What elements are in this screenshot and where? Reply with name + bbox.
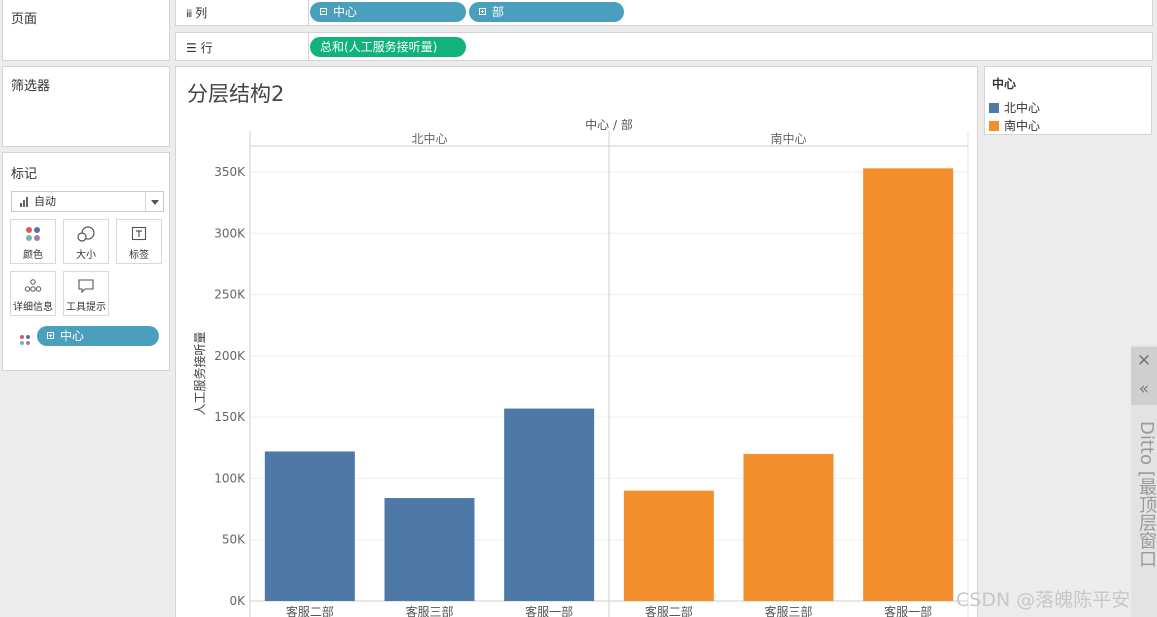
legend-title: 中心 — [992, 77, 1017, 91]
x-tick-label: 客服一部 — [525, 604, 573, 617]
y-tick-label: 300K — [214, 226, 246, 240]
y-tick-label: 200K — [214, 349, 246, 363]
pages-panel-title: 页面 — [11, 12, 38, 27]
y-tick-label: 150K — [214, 410, 246, 424]
columns-icon: iii — [186, 9, 192, 20]
columns-pill-center[interactable]: 中心 — [310, 2, 466, 22]
color-field-pill-label: 中心 — [60, 329, 85, 343]
legend-item-south[interactable]: 南中心 — [989, 117, 1040, 134]
watermark: CSDN @落魄陈平安 — [956, 589, 1131, 611]
chart-area[interactable]: 分层结构2 中心 / 部 0K 50K 100K 150K 200K 250K 300K 350K… — [175, 66, 978, 617]
y-tick-label: 0K — [229, 594, 246, 608]
columns-shelf[interactable]: iii 列 中心 部 — [175, 0, 1153, 26]
legend-item-north[interactable]: 北中心 — [989, 99, 1040, 116]
x-tick-label: 客服三部 — [405, 604, 453, 617]
color-legend[interactable]: 中心 北中心 南中心 — [984, 66, 1152, 135]
chart-title: 分层结构2 — [187, 82, 284, 106]
color-dots-icon — [11, 220, 55, 246]
x-tick-label: 客服二部 — [286, 604, 334, 617]
bar — [743, 453, 834, 601]
legend-label-south: 南中心 — [1004, 119, 1041, 133]
plus-box-icon[interactable] — [479, 8, 486, 15]
legend-swatch-north — [989, 103, 999, 113]
mark-type-dropdown[interactable]: 自动 — [11, 191, 164, 212]
filters-panel-title: 筛选器 — [11, 79, 51, 94]
tooltip-button[interactable]: 工具提示 — [63, 271, 109, 316]
color-button-label: 颜色 — [23, 250, 43, 261]
pane-header-label: 南中心 — [770, 131, 806, 146]
legend-swatch-south — [989, 121, 999, 131]
bar — [863, 168, 954, 601]
plus-box-icon[interactable] — [47, 332, 54, 339]
color-field-pill[interactable]: 中心 — [37, 326, 159, 346]
bar — [264, 451, 355, 601]
bar-chart-icon — [20, 197, 32, 207]
rows-pill-measure-label: 总和(人工服务接听量) — [320, 40, 438, 54]
detail-button[interactable]: 详细信息 — [10, 271, 56, 316]
detail-button-label: 详细信息 — [13, 302, 53, 313]
y-tick-label: 350K — [214, 165, 246, 179]
text-label-icon — [117, 220, 161, 246]
bar-chart[interactable]: 分层结构2 中心 / 部 0K 50K 100K 150K 200K 250K 300K 350K… — [176, 67, 978, 617]
collapse-icon[interactable]: « — [1131, 375, 1157, 405]
x-tick-label: 客服三部 — [764, 604, 812, 617]
bar — [504, 408, 595, 601]
mark-type-value: 自动 — [34, 195, 56, 208]
chevron-down-icon[interactable] — [145, 192, 163, 211]
marks-panel-title: 标记 — [11, 167, 38, 182]
rows-shelf-label: ☰ 行 — [186, 41, 213, 55]
ditto-side-panel[interactable]: ✕ « Ditto [最顶层窗口 — [1131, 345, 1157, 617]
rows-drop-area[interactable]: 总和(人工服务接听量) — [308, 33, 1152, 60]
tooltip-button-label: 工具提示 — [66, 302, 106, 313]
ditto-title: Ditto [最顶层窗口 — [1136, 421, 1157, 568]
label-button-label: 标签 — [129, 250, 149, 261]
y-axis-label: 人工服务接听量 — [192, 331, 207, 415]
y-tick-label: 250K — [214, 288, 246, 302]
rows-shelf[interactable]: ☰ 行 总和(人工服务接听量) — [175, 32, 1153, 61]
speech-bubble-icon — [64, 272, 108, 298]
columns-pill-department[interactable]: 部 — [469, 2, 624, 22]
color-button[interactable]: 颜色 — [10, 219, 56, 264]
pages-panel[interactable]: 页面 — [2, 0, 170, 61]
size-button[interactable]: 大小 — [63, 219, 109, 264]
x-tick-label: 客服一部 — [884, 604, 932, 617]
rows-icon: ☰ — [186, 41, 197, 55]
label-button[interactable]: 标签 — [116, 219, 162, 264]
filters-panel[interactable]: 筛选器 — [2, 66, 170, 147]
rows-pill-measure[interactable]: 总和(人工服务接听量) — [310, 37, 466, 57]
size-button-label: 大小 — [76, 250, 96, 261]
close-icon[interactable]: ✕ — [1131, 347, 1157, 377]
legend-label-north: 北中心 — [1004, 101, 1041, 115]
column-header-title: 中心 / 部 — [585, 117, 633, 132]
columns-drop-area[interactable]: 中心 部 — [308, 0, 1152, 25]
detail-dots-icon — [11, 272, 55, 298]
x-tick-label: 客服二部 — [645, 604, 693, 617]
marks-panel: 标记 自动 颜色 大小 标签 详细信息 工具提示 中心 — [2, 152, 170, 371]
size-circles-icon — [64, 220, 108, 246]
columns-shelf-label: iii 列 — [186, 6, 208, 20]
bar — [623, 490, 714, 601]
color-encoding-icon — [19, 331, 31, 350]
columns-pill-department-label: 部 — [492, 5, 505, 19]
pane-header-label: 北中心 — [411, 131, 447, 146]
y-tick-label: 100K — [214, 471, 246, 485]
minus-box-icon[interactable] — [320, 8, 327, 15]
columns-pill-center-label: 中心 — [333, 5, 358, 19]
y-tick-label: 50K — [222, 533, 246, 547]
bar — [384, 498, 475, 601]
